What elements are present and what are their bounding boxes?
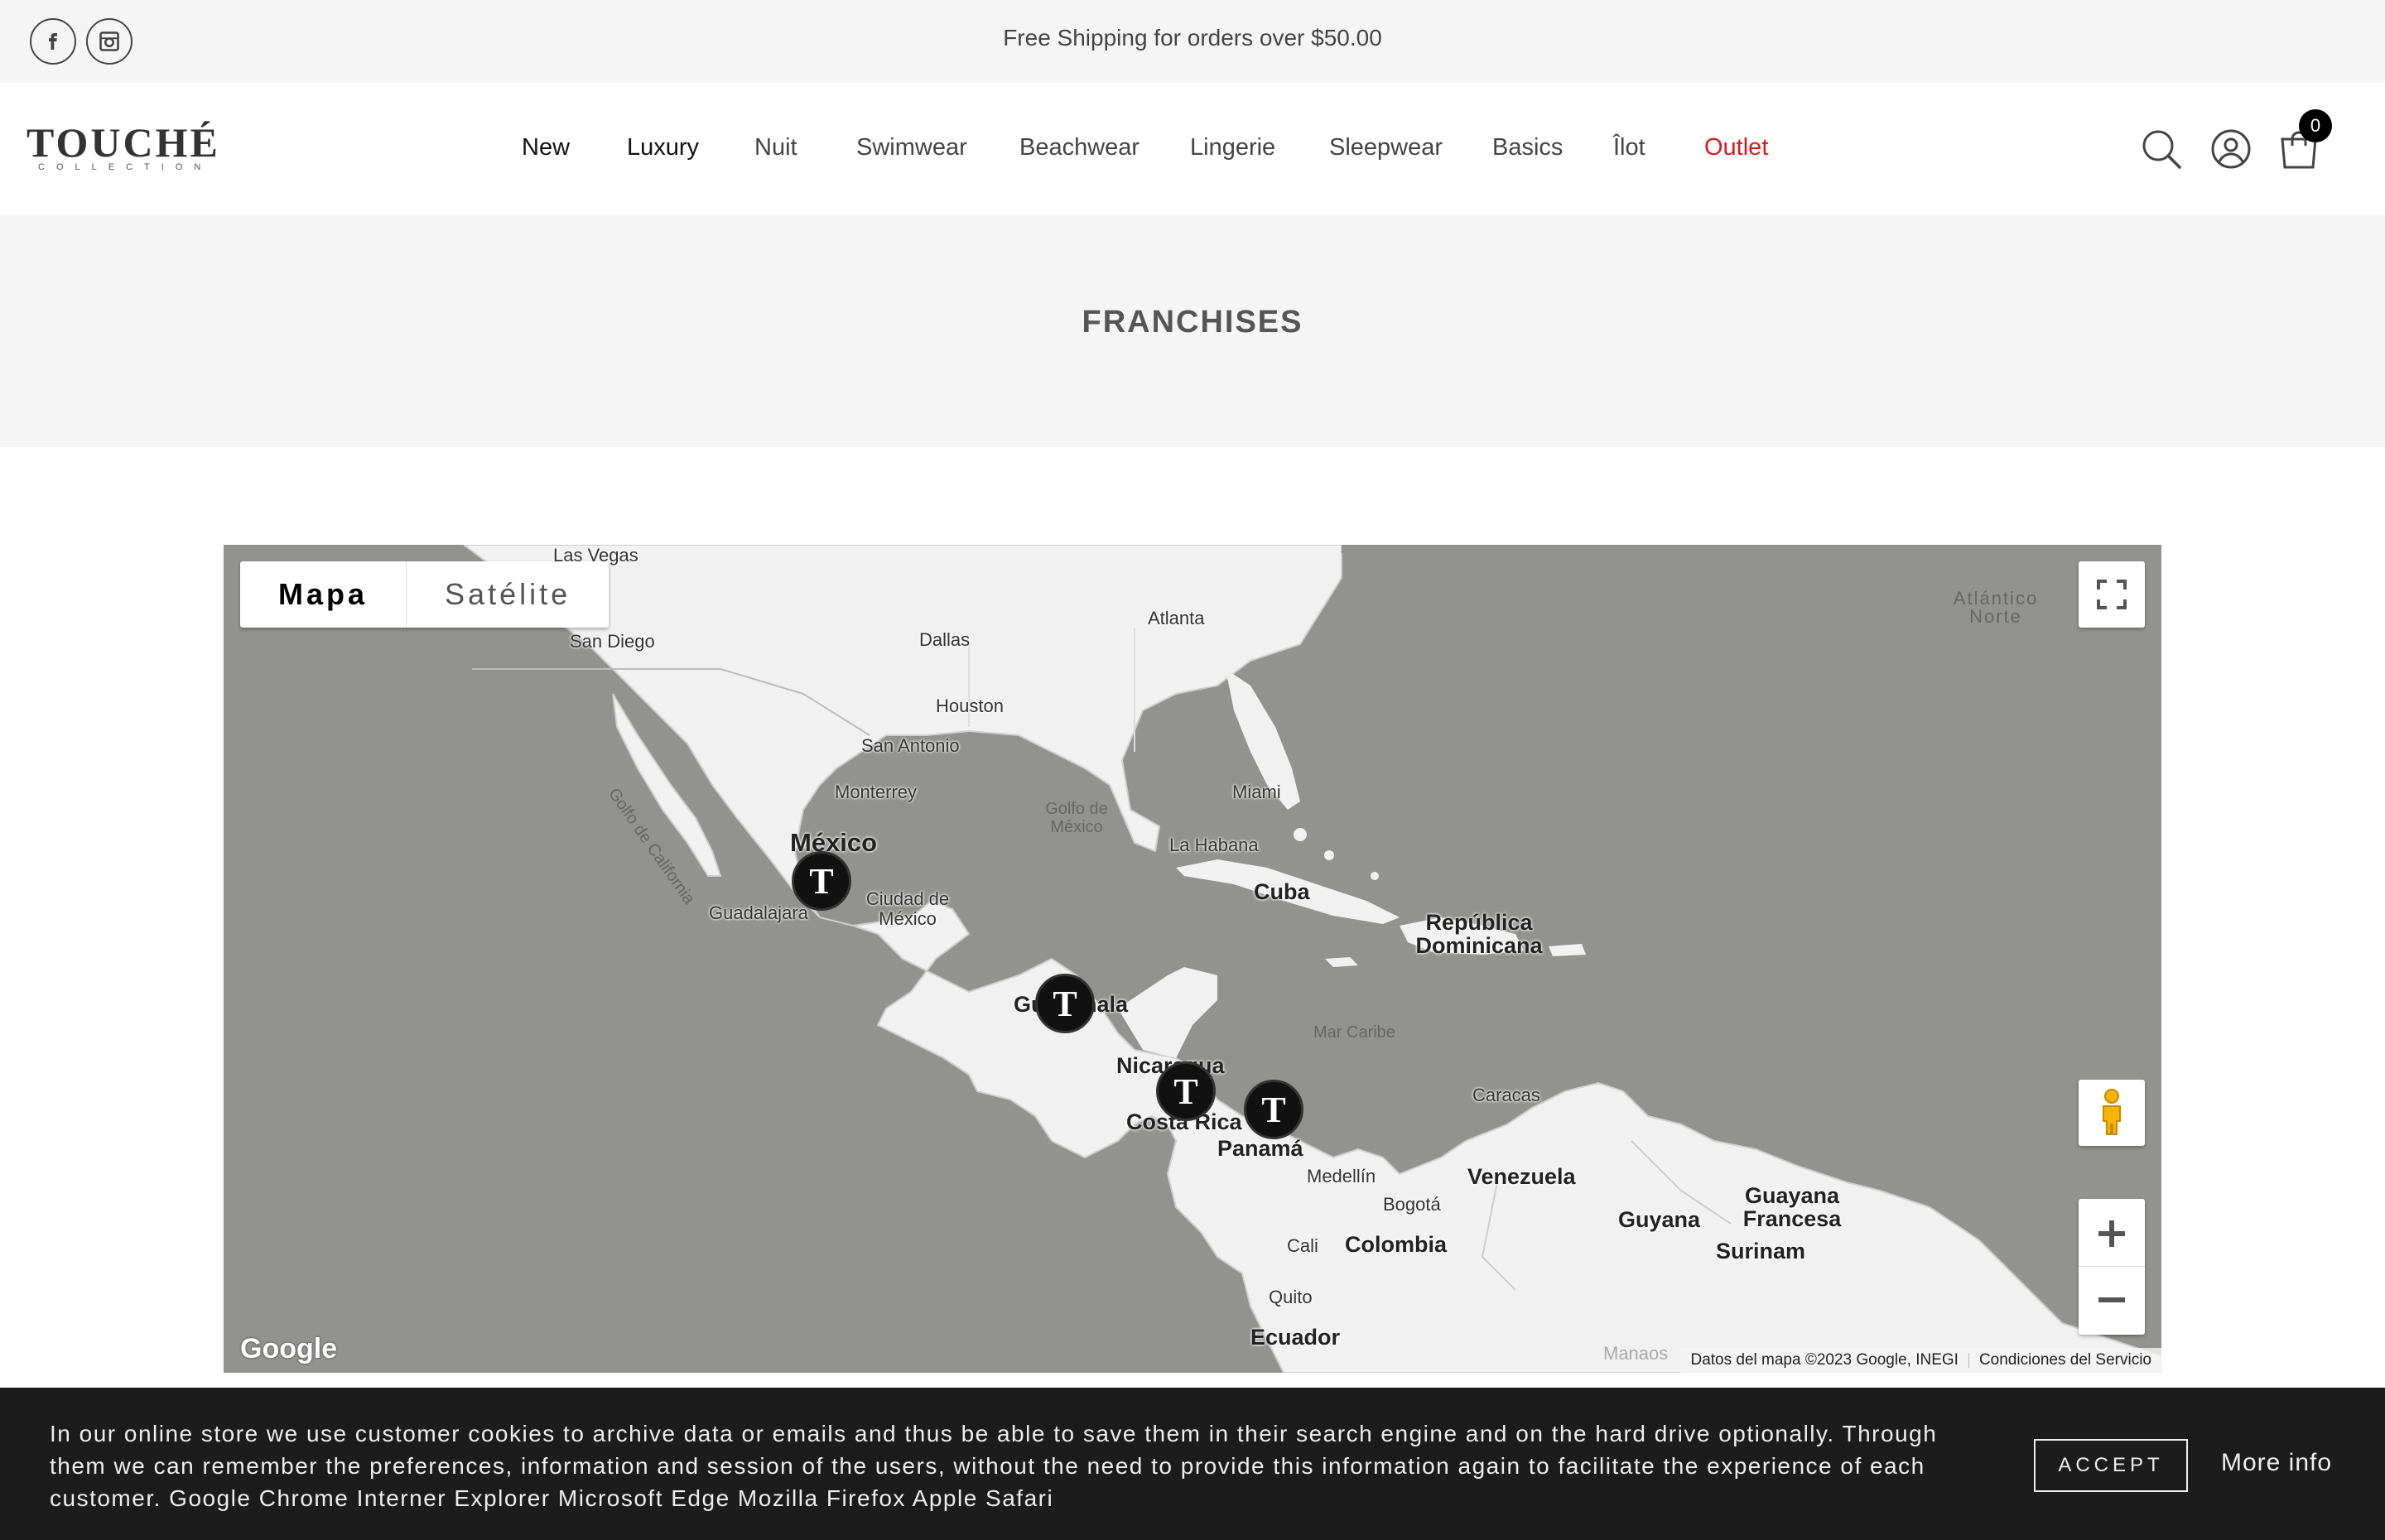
map-label-guyana: Guyana <box>1618 1207 1701 1232</box>
map-label-mar-caribe: Mar Caribe <box>1313 1023 1395 1042</box>
fullscreen-icon[interactable] <box>2079 561 2145 628</box>
map-label-atlanta: Atlanta <box>1148 608 1205 628</box>
franchise-marker-panama[interactable]: T <box>1244 1080 1303 1139</box>
map-attribution: Datos del mapa ©2023 Google, INEGI Condi… <box>1680 1348 2161 1373</box>
nav-item-nuit[interactable]: Nuit <box>754 134 797 161</box>
franchise-marker-guatemala[interactable]: T <box>1035 974 1095 1033</box>
map-label-cuba: Cuba <box>1254 879 1310 904</box>
franchise-map[interactable]: Las Vegas San Diego Dallas Atlanta Houst… <box>224 545 2161 1373</box>
map-label-san-diego: San Diego <box>570 631 655 652</box>
brand-logo[interactable]: TOUCHÉ COLLECTION <box>26 119 250 176</box>
nav-item-luxury[interactable]: Luxury <box>627 134 699 161</box>
map-label-quito: Quito <box>1269 1287 1313 1307</box>
logo-text: TOUCHÉ <box>26 119 220 166</box>
map-label-bogota: Bogotá <box>1383 1194 1441 1215</box>
map-type-map-button[interactable]: Mapa <box>240 561 407 628</box>
nav-item-lingerie[interactable]: Lingerie <box>1190 134 1275 161</box>
cart-count-badge: 0 <box>2299 109 2332 142</box>
nav-item-beachwear[interactable]: Beachwear <box>1019 134 1140 161</box>
nav-item-outlet[interactable]: Outlet <box>1704 134 1768 161</box>
map-label-ciudad-mexico: Ciudad de México <box>865 888 950 929</box>
page-title-band: FRANCHISES <box>0 215 2385 447</box>
top-bar: Free Shipping for orders over $50.00 <box>0 0 2385 83</box>
cookie-banner: In our online store we use customer cook… <box>0 1388 2385 1540</box>
account-icon[interactable] <box>2206 124 2256 174</box>
map-label-surinam: Surinam <box>1716 1239 1806 1263</box>
map-label-caracas: Caracas <box>1472 1085 1540 1105</box>
map-label-monterrey: Monterrey <box>835 782 918 802</box>
map-label-san-antonio: San Antonio <box>861 735 960 756</box>
map-type-control: Mapa Satélite <box>240 561 610 628</box>
franchise-marker-costa-rica[interactable]: T <box>1156 1061 1216 1121</box>
nav-item-basics[interactable]: Basics <box>1492 134 1563 161</box>
nav-item-ilot[interactable]: Îlot <box>1613 134 1645 161</box>
nav-item-swimwear[interactable]: Swimwear <box>856 134 967 161</box>
page-title: FRANCHISES <box>1082 305 1303 339</box>
pegman-icon[interactable] <box>2079 1080 2145 1146</box>
map-label-golfo-mexico: Golfo de México <box>1045 800 1108 836</box>
map-type-satellite-button[interactable]: Satélite <box>407 561 609 628</box>
map-label-miami: Miami <box>1232 782 1281 802</box>
shipping-promo: Free Shipping for orders over $50.00 <box>1003 25 1382 51</box>
map-label-atlantico-norte: Atlántico Norte <box>1953 588 2039 627</box>
map-label-medellin: Medellín <box>1307 1166 1376 1186</box>
search-icon[interactable] <box>2137 124 2186 174</box>
map-label-guayana-francesa: Guayana Francesa <box>1742 1183 1842 1231</box>
map-label-ecuador: Ecuador <box>1250 1325 1341 1350</box>
nav-item-sleepwear[interactable]: Sleepwear <box>1329 134 1443 161</box>
map-label-venezuela: Venezuela <box>1467 1164 1576 1189</box>
franchise-marker-mexico[interactable]: T <box>792 851 851 911</box>
map-terms-link[interactable]: Condiciones del Servicio <box>1969 1351 2161 1369</box>
zoom-in-icon[interactable] <box>2079 1201 2145 1267</box>
map-label-manaos: Manaos <box>1603 1343 1669 1364</box>
map-label-colombia: Colombia <box>1345 1232 1448 1257</box>
map-label-cali: Cali <box>1287 1235 1318 1256</box>
nav-item-new[interactable]: New <box>522 134 570 161</box>
accept-cookies-button[interactable]: ACCEPT <box>2034 1439 2188 1492</box>
site-header: TOUCHÉ COLLECTION New Luxury Nuit Swimwe… <box>0 83 2385 215</box>
map-data-credit[interactable]: Datos del mapa ©2023 Google, INEGI <box>1680 1351 1968 1369</box>
zoom-control <box>2079 1199 2145 1335</box>
map-label-houston: Houston <box>936 695 1004 716</box>
google-logo[interactable]: Google <box>240 1333 337 1365</box>
map-label-dallas: Dallas <box>919 629 971 650</box>
map-label-guadalajara: Guadalajara <box>709 902 808 923</box>
more-info-link[interactable]: More info <box>2221 1449 2332 1477</box>
map-land <box>224 545 2161 1373</box>
cookie-message: In our online store we use customer cook… <box>50 1421 1938 1511</box>
zoom-out-icon[interactable] <box>2079 1267 2145 1333</box>
map-label-panama: Panamá <box>1217 1136 1303 1161</box>
map-label-republica-dominicana: República Dominicana <box>1415 910 1543 958</box>
map-label-la-habana: La Habana <box>1169 835 1259 855</box>
